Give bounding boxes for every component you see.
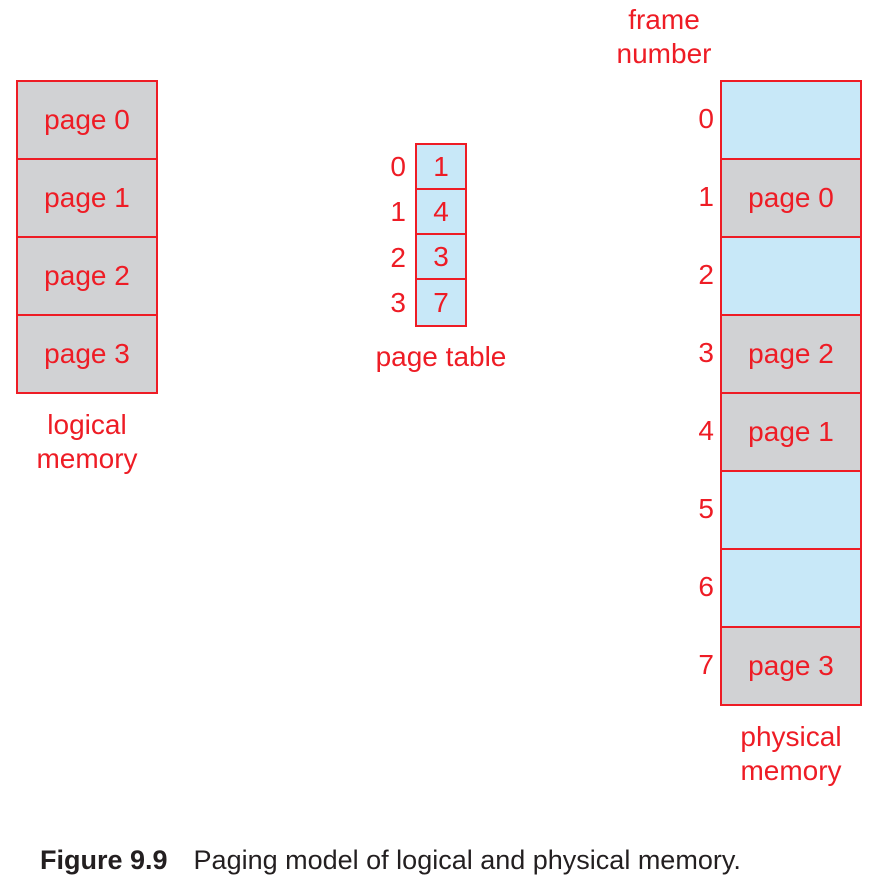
frame-value: 7 (433, 286, 449, 318)
page-table-index: 3 (390, 287, 406, 318)
physical-frame-1: page 0 (720, 158, 862, 238)
page-label: page 2 (44, 260, 130, 291)
page-table-index: 0 (390, 151, 406, 182)
page-table-entry: 7 (415, 278, 467, 327)
label-line: memory (740, 755, 842, 786)
header-line: frame (628, 4, 700, 35)
page-label: page 0 (44, 104, 130, 135)
physical-frame-7: page 3 (720, 626, 862, 706)
frame-number: 3 (698, 337, 714, 368)
physical-frame-6 (720, 548, 862, 628)
page-label: page 1 (44, 182, 130, 213)
frame-number: 6 (698, 571, 714, 602)
figure-label: Figure 9.9 (40, 845, 168, 875)
physical-frame-2 (720, 236, 862, 316)
logical-memory-label: logical memory (16, 408, 158, 476)
page-table-label: page table (375, 341, 507, 372)
label-line: physical (740, 721, 842, 752)
frame-number: 0 (698, 103, 714, 134)
frame-number: 7 (698, 649, 714, 680)
page-table-entry: 1 (415, 143, 467, 190)
frame-number: 2 (698, 259, 714, 290)
frame-value: 3 (433, 240, 449, 272)
page-table-index: 2 (390, 242, 406, 273)
physical-frame-3: page 2 (720, 314, 862, 394)
frame-number-header: frame number (598, 3, 730, 71)
header-line: number (616, 38, 712, 69)
physical-frame-5 (720, 470, 862, 550)
logical-page-3: page 3 (16, 314, 158, 394)
frame-value: 4 (433, 195, 449, 227)
figure-caption: Figure 9.9 Paging model of logical and ph… (40, 845, 741, 876)
physical-frame-0 (720, 80, 862, 160)
label-line: logical (47, 409, 127, 440)
logical-page-0: page 0 (16, 80, 158, 160)
frame-value: 1 (433, 150, 449, 182)
frame-content: page 2 (748, 338, 834, 369)
frame-number: 1 (698, 181, 714, 212)
frame-number: 4 (698, 415, 714, 446)
page-table-entry: 4 (415, 188, 467, 235)
frame-content: page 1 (748, 416, 834, 447)
logical-page-1: page 1 (16, 158, 158, 238)
physical-frame-4: page 1 (720, 392, 862, 472)
caption-text: Paging model of logical and physical mem… (193, 845, 741, 875)
logical-page-2: page 2 (16, 236, 158, 316)
frame-number: 5 (698, 493, 714, 524)
page-label: page 3 (44, 338, 130, 369)
page-table-index: 1 (390, 196, 406, 227)
frame-content: page 0 (748, 182, 834, 213)
physical-memory-label: physical memory (720, 720, 862, 788)
frame-content: page 3 (748, 650, 834, 681)
page-table-entry: 3 (415, 233, 467, 280)
label-line: memory (36, 443, 138, 474)
